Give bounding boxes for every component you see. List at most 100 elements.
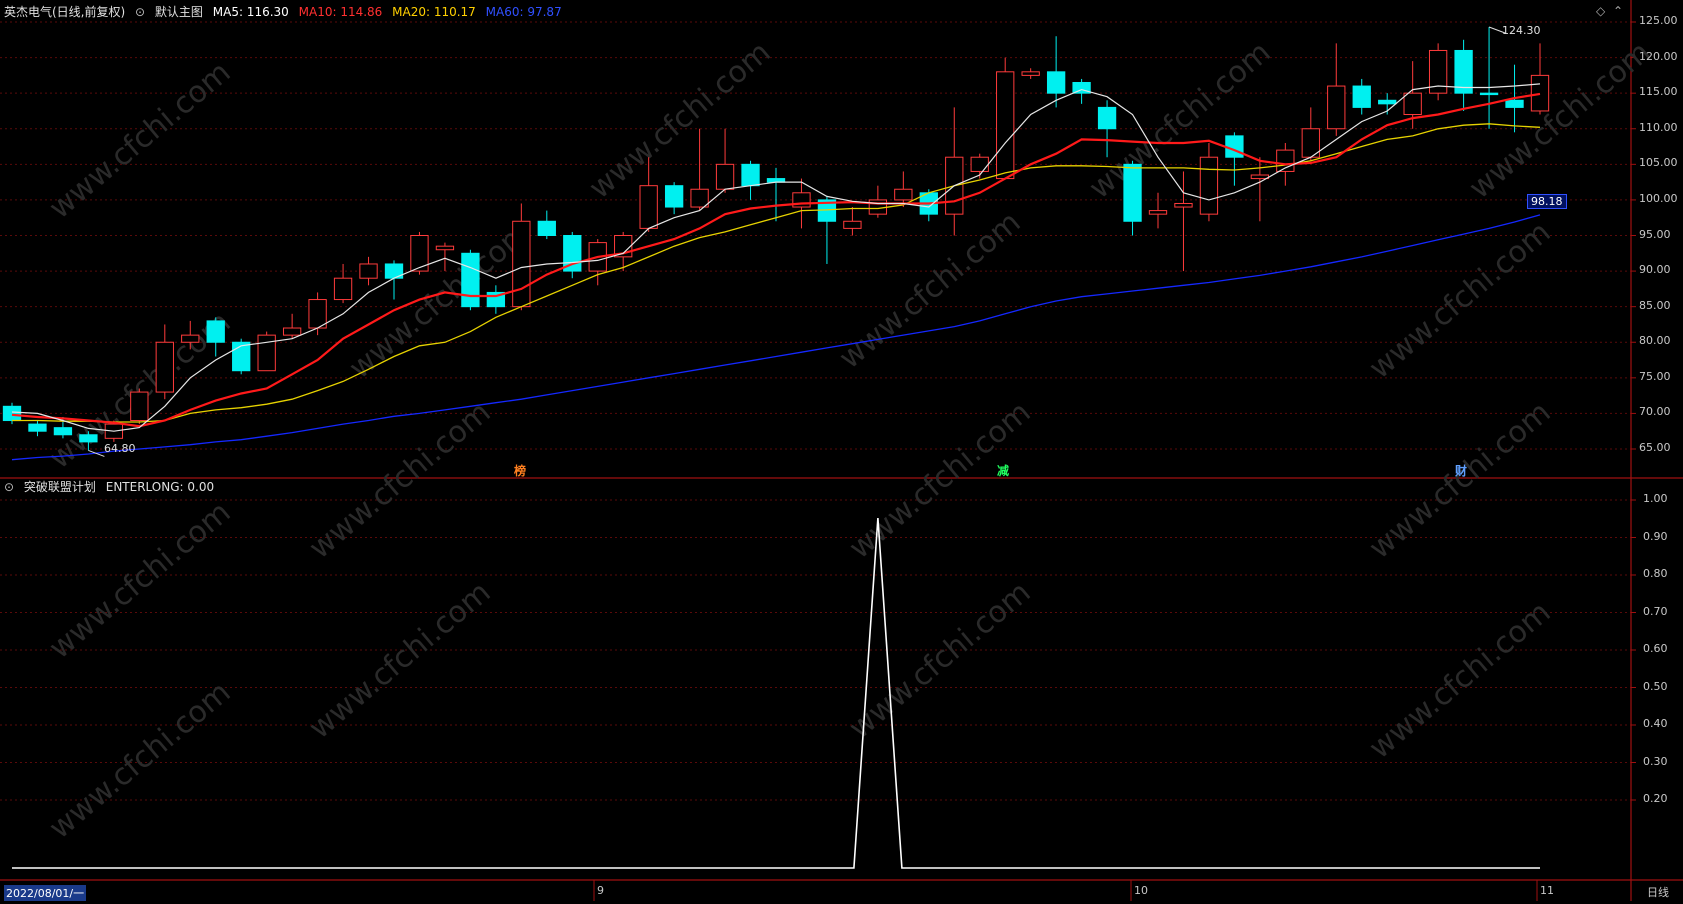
candle-body-up <box>435 245 455 251</box>
sub-header: ⊙ 突破联盟计划 ENTERLONG: 0.00 <box>4 477 220 497</box>
diamond-icon[interactable]: ◇ <box>1596 4 1605 18</box>
candle-body-down <box>537 220 556 236</box>
candle-body-down <box>1479 92 1499 96</box>
price-tick-label: 70.00 <box>1639 405 1671 419</box>
candle-body-up <box>308 299 327 329</box>
candle-body-up <box>155 341 174 393</box>
candle-body-up <box>1327 85 1346 130</box>
candle-body-up <box>1174 202 1193 208</box>
price-tick-label: 100.00 <box>1639 191 1678 205</box>
watermark-text: www.cfchi.com <box>1363 595 1558 766</box>
event-tag-jian[interactable]: 减 <box>997 462 1009 479</box>
candle-body-down <box>53 427 73 436</box>
candle-body-down <box>741 163 760 187</box>
candle-body-down <box>1046 71 1066 94</box>
candle-body-up <box>639 185 658 229</box>
candle-body-up <box>715 163 735 190</box>
chart-window[interactable]: www.cfchi.com www.cfchi.com www.cfchi.com w… <box>0 0 1683 901</box>
watermark-text: www.cfchi.com <box>833 205 1028 376</box>
indicator-tick-label: 1.00 <box>1643 492 1668 505</box>
candle-body-down <box>1097 106 1117 130</box>
chart-canvas[interactable]: www.cfchi.com www.cfchi.com www.cfchi.com w… <box>0 0 1683 901</box>
indicator-tick-label: 0.40 <box>1643 717 1668 730</box>
date-month-11: 11 <box>1540 884 1554 897</box>
watermark-text: www.cfchi.com <box>343 215 538 386</box>
candle-body-up <box>843 220 862 229</box>
watermark-text: www.cfchi.com <box>43 675 238 846</box>
sub-toggle-icon[interactable]: ⊙ <box>4 480 14 494</box>
watermark-text: www.cfchi.com <box>303 575 498 746</box>
indicator-toggle-icon[interactable]: ⊙ <box>135 5 145 19</box>
indicator-tick-label: 0.80 <box>1643 567 1668 580</box>
candle-body-up <box>996 71 1015 180</box>
price-tick-label: 80.00 <box>1639 334 1671 348</box>
ma60-label: MA60: 97.87 <box>485 5 562 19</box>
date-month-10: 10 <box>1134 884 1148 897</box>
price-tick-label: 105.00 <box>1639 156 1678 170</box>
indicator-tick-label: 0.20 <box>1643 792 1668 805</box>
candle-body-down <box>1505 99 1524 108</box>
indicator-name[interactable]: 默认主图 <box>155 5 203 19</box>
candle-body-up <box>333 277 353 301</box>
indicator-tick-label: 0.60 <box>1643 642 1668 655</box>
watermark-text: www.cfchi.com <box>303 395 498 566</box>
candle-body-up <box>359 263 378 279</box>
candle-body-up <box>1199 156 1219 215</box>
price-tick-label: 85.00 <box>1639 298 1671 312</box>
indicator-tick-label: 0.30 <box>1643 754 1668 768</box>
price-tick-label: 110.00 <box>1639 120 1678 134</box>
candlestick-series <box>2 26 1550 451</box>
candle-body-down <box>2 405 22 422</box>
watermark-text: www.cfchi.com <box>1363 395 1558 566</box>
candle-body-up <box>1148 210 1168 215</box>
watermark-layer: www.cfchi.com www.cfchi.com www.cfchi.com w… <box>43 35 1658 846</box>
indicator-tick-label: 0.50 <box>1643 679 1668 693</box>
candle-body-down <box>664 185 684 208</box>
main-header: 英杰电气(日线,前复权) ⊙ 默认主图 MA5: 116.30 MA10: 11… <box>4 2 568 22</box>
candle-body-down <box>28 423 47 432</box>
chevron-up-icon[interactable]: ⌃ <box>1613 4 1623 18</box>
price-tick-label: 90.00 <box>1639 263 1671 277</box>
candle-body-down <box>1352 85 1371 108</box>
indicator-series <box>12 517 1540 869</box>
price-tick-label: 120.00 <box>1639 49 1678 63</box>
candle-body-up <box>282 327 302 336</box>
low-price-marker: 64.80 <box>104 442 136 455</box>
chart-frame <box>0 0 1683 901</box>
watermark-text: www.cfchi.com <box>43 55 238 226</box>
watermark-text: www.cfchi.com <box>1463 35 1658 206</box>
high-price-marker: 124.30 <box>1502 24 1541 37</box>
current-price-badge: 98.18 <box>1527 194 1567 209</box>
candle-body-up <box>970 156 989 172</box>
ma20-label: MA20: 110.17 <box>392 5 476 19</box>
indicator-tick-label: 0.90 <box>1643 529 1668 543</box>
price-tick-label: 125.00 <box>1639 14 1678 27</box>
candle-body-up <box>1530 74 1550 112</box>
price-tick-label: 115.00 <box>1639 85 1678 99</box>
candle-body-down <box>1123 163 1142 222</box>
ma5-label: MA5: 116.30 <box>212 5 289 19</box>
enterlong-value: ENTERLONG: 0.00 <box>105 480 215 494</box>
price-tick-label: 75.00 <box>1639 369 1671 383</box>
event-tag-cai[interactable]: 财 <box>1455 462 1467 479</box>
price-markers <box>88 26 1506 457</box>
date-month-9: 9 <box>597 884 604 897</box>
candle-body-up <box>512 220 531 308</box>
candle-body-up <box>181 334 200 343</box>
candle-body-up <box>1021 71 1040 76</box>
candle-body-down <box>1378 99 1397 105</box>
event-tag-bang[interactable]: 榜 <box>514 462 526 479</box>
candle-body-up <box>1403 92 1422 116</box>
candle-body-down <box>232 341 251 372</box>
enterlong-line <box>12 517 1540 869</box>
sub-indicator-name[interactable]: 突破联盟计划 <box>24 480 96 494</box>
price-tick-label: 65.00 <box>1639 441 1671 454</box>
candle-body-up <box>894 188 913 201</box>
watermark-text: www.cfchi.com <box>43 495 238 666</box>
period-label[interactable]: 日线 <box>1647 884 1669 900</box>
ma60-line <box>11 214 1541 461</box>
grid-lines <box>0 21 1631 801</box>
candle-body-up <box>257 334 276 372</box>
candle-body-down <box>206 320 225 343</box>
stock-title[interactable]: 英杰电气(日线,前复权) <box>4 5 125 19</box>
